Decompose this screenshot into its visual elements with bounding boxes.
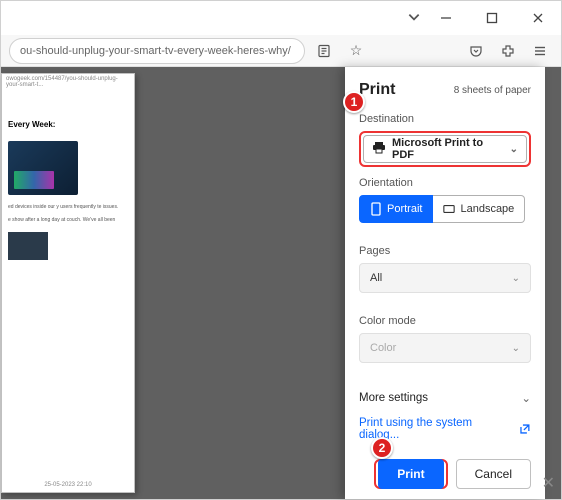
preview-heading: Every Week: <box>2 90 134 135</box>
orientation-label: Orientation <box>359 177 531 189</box>
external-link-icon <box>519 423 531 435</box>
pocket-icon[interactable] <box>463 38 489 64</box>
color-dropdown[interactable]: Color ⌄ <box>359 333 531 363</box>
destination-label: Destination <box>359 113 531 125</box>
cancel-button[interactable]: Cancel <box>456 459 531 489</box>
print-panel: Print 8 sheets of paper Destination Micr… <box>345 67 545 499</box>
destination-dropdown[interactable]: Microsoft Print to PDF ⌄ <box>363 135 527 163</box>
portrait-button[interactable]: Portrait <box>359 195 433 223</box>
orientation-toggle: Portrait Landscape <box>359 195 531 223</box>
more-settings-toggle[interactable]: More settings ⌄ <box>359 385 531 411</box>
menu-icon[interactable] <box>527 38 553 64</box>
chevron-down-icon: ⌄ <box>510 144 518 155</box>
print-button[interactable]: Print <box>378 459 443 489</box>
content-area: owogeek.com/154487/you-should-unplug-you… <box>1 67 561 499</box>
tab-chevron-icon[interactable] <box>407 10 421 29</box>
minimize-button[interactable] <box>423 1 469 35</box>
preview-paragraph: e show after a long day at couch. We've … <box>2 214 134 227</box>
color-label: Color mode <box>359 315 531 327</box>
url-bar: ou-should-unplug-your-smart-tv-every-wee… <box>1 35 561 67</box>
button-bar: Print Cancel <box>359 459 531 489</box>
url-field[interactable]: ou-should-unplug-your-smart-tv-every-wee… <box>9 38 305 64</box>
chevron-down-icon: ⌄ <box>512 273 520 284</box>
url-text: ou-should-unplug-your-smart-tv-every-wee… <box>20 45 291 57</box>
titlebar <box>1 1 561 35</box>
annotation-badge-1: 1 <box>343 91 365 113</box>
chevron-down-icon: ⌄ <box>512 343 520 354</box>
sheet-count: 8 sheets of paper <box>454 85 531 96</box>
maximize-button[interactable] <box>469 1 515 35</box>
preview-url: owogeek.com/154487/you-should-unplug-you… <box>2 74 134 90</box>
print-title: Print <box>359 81 395 99</box>
pages-label: Pages <box>359 245 531 257</box>
print-button-highlight: Print <box>374 459 447 489</box>
browser-window: ou-should-unplug-your-smart-tv-every-wee… <box>0 0 562 500</box>
destination-highlight: Microsoft Print to PDF ⌄ <box>359 131 531 167</box>
bookmark-star-icon[interactable]: ☆ <box>343 38 369 64</box>
preview-image <box>8 141 78 195</box>
preview-footer: 25-05-2023 22:10 <box>2 482 134 488</box>
preview-paragraph: ed devices inside our y users frequently… <box>2 201 134 214</box>
printer-icon <box>372 142 386 157</box>
reader-icon[interactable] <box>311 38 337 64</box>
preview-image <box>8 232 48 260</box>
close-button[interactable] <box>515 1 561 35</box>
print-preview-page: owogeek.com/154487/you-should-unplug-you… <box>1 73 135 493</box>
destination-value: Microsoft Print to PDF <box>392 137 504 161</box>
annotation-badge-2: 2 <box>371 437 393 459</box>
close-icon[interactable]: ✕ <box>542 473 555 493</box>
extensions-icon[interactable] <box>495 38 521 64</box>
pages-dropdown[interactable]: All ⌄ <box>359 263 531 293</box>
chevron-down-icon: ⌄ <box>521 391 531 405</box>
landscape-button[interactable]: Landscape <box>433 195 525 223</box>
